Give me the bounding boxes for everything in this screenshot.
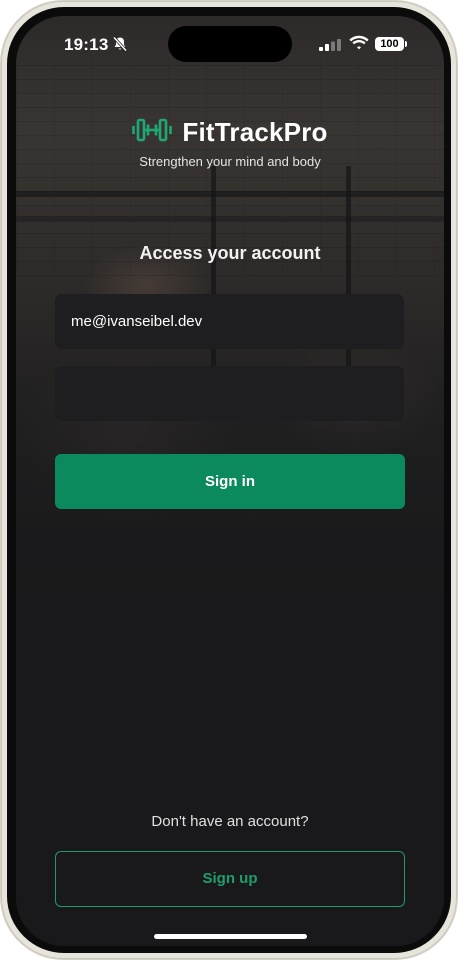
- bell-slash-icon: [112, 36, 128, 57]
- status-time: 19:13: [64, 35, 109, 54]
- dumbbell-icon: [132, 117, 173, 148]
- sign-up-button[interactable]: Sign up: [55, 851, 405, 907]
- login-heading: Access your account: [139, 243, 321, 263]
- app-name: FitTrackPro: [182, 116, 328, 147]
- dynamic-island: [168, 26, 292, 62]
- password-field[interactable]: [55, 366, 404, 421]
- no-account-prompt: Don't have an account?: [151, 813, 309, 830]
- app-tagline: Strengthen your mind and body: [139, 154, 321, 169]
- battery-icon: 100: [375, 37, 404, 51]
- wifi-icon: [349, 35, 369, 56]
- email-field[interactable]: me@ivanseibel.dev: [55, 294, 404, 349]
- app-screen: 19:13 100 FitTrackPro Strengthen your mi…: [16, 16, 444, 946]
- brand-header: FitTrackPro: [16, 116, 444, 148]
- home-indicator[interactable]: [154, 934, 307, 939]
- cellular-signal-icon: [319, 38, 341, 56]
- sign-in-button[interactable]: Sign in: [55, 454, 405, 509]
